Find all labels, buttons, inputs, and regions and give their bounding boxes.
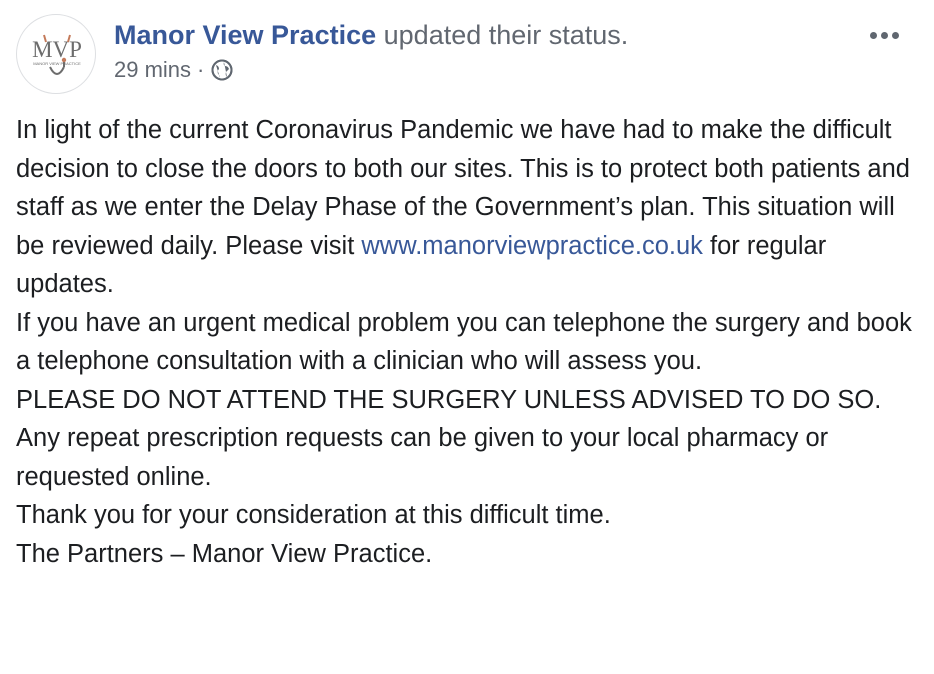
status-post: MVP MANOR VIEW PRACTICE Manor View Pract… — [0, 0, 934, 674]
action-text: updated their status. — [383, 20, 629, 50]
post-body: In light of the current Coronavirus Pand… — [16, 111, 921, 573]
avatar-logo-tagline: MANOR VIEW PRACTICE — [33, 61, 81, 66]
post-meta: Manor View Practice updated their status… — [114, 18, 628, 84]
post-paragraph: Any repeat prescription requests can be … — [16, 424, 829, 491]
more-dot — [880, 31, 888, 39]
post-paragraph: If you have an urgent medical problem yo… — [16, 308, 912, 376]
avatar[interactable]: MVP MANOR VIEW PRACTICE — [16, 14, 96, 94]
page-name-link[interactable]: Manor View Practice — [114, 20, 376, 50]
post-timestamp[interactable]: 29 mins — [114, 56, 191, 84]
practice-logo: MVP MANOR VIEW PRACTICE — [32, 34, 82, 75]
website-link[interactable]: www.manorviewpractice.co.uk — [361, 232, 703, 260]
more-options-icon[interactable] — [864, 20, 904, 50]
separator-dot: · — [197, 57, 205, 82]
post-title-line: Manor View Practice updated their status… — [114, 18, 628, 52]
globe-icon[interactable] — [210, 58, 234, 82]
post-paragraph: In light of the current Coronavirus Pand… — [16, 111, 921, 304]
post-subline: 29 mins · — [114, 56, 628, 84]
avatar-logo-letters: MVP — [32, 37, 82, 62]
post-paragraph: PLEASE DO NOT ATTEND THE SURGERY UNLESS … — [16, 385, 882, 414]
post-paragraph: Thank you for your consideration at this… — [16, 501, 611, 529]
more-dot — [869, 31, 877, 39]
post-header: MVP MANOR VIEW PRACTICE Manor View Pract… — [16, 14, 916, 94]
post-paragraph: The Partners – Manor View Practice. — [16, 539, 433, 568]
more-dot — [891, 31, 899, 39]
